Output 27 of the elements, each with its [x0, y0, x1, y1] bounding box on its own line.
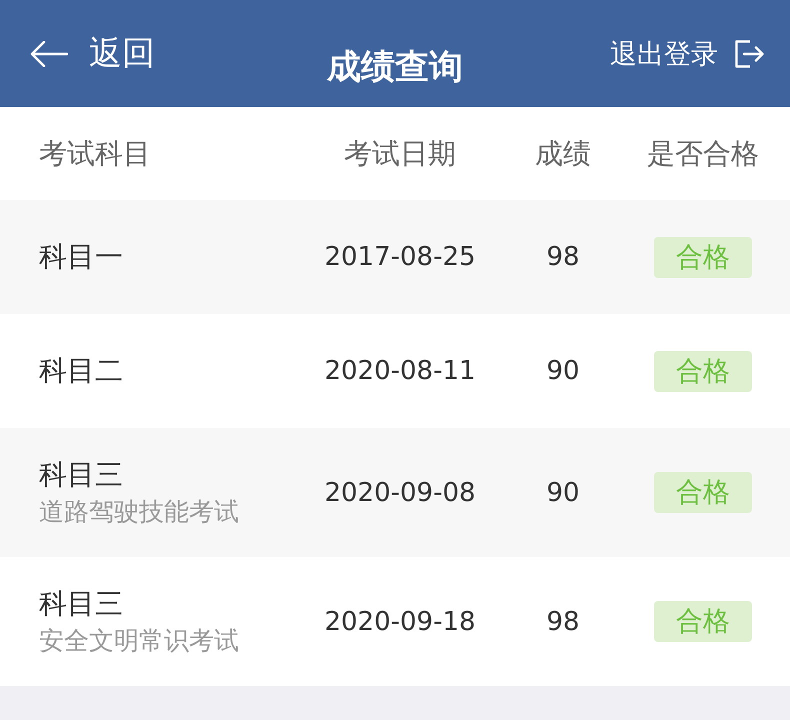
page-title: 成绩查询: [327, 46, 463, 88]
subject-name: 科目三: [39, 586, 124, 622]
exam-date: 2020-08-11: [324, 356, 476, 386]
exam-score: 90: [546, 356, 580, 386]
subject-name: 科目二: [39, 353, 123, 389]
back-button[interactable]: 返回: [30, 27, 155, 80]
result-badge: 合格: [654, 472, 752, 513]
result-badge: 合格: [654, 236, 752, 278]
exam-score: 98: [546, 606, 580, 636]
logout-icon: [734, 40, 764, 68]
exam-score: 90: [546, 478, 580, 508]
result-badge: 合格: [654, 601, 752, 642]
column-header: 考试科目: [39, 136, 151, 172]
logout-button[interactable]: 退出登录: [610, 32, 764, 76]
exam-score: 98: [546, 242, 580, 272]
exam-date: 2020-09-18: [324, 606, 476, 636]
column-header: 考试日期: [344, 136, 456, 172]
column-header: 是否合格: [647, 136, 759, 172]
subject-name: 科目一: [39, 239, 123, 275]
result-badge: 合格: [654, 350, 752, 392]
subject-detail: 道路驾驶技能考试: [39, 496, 239, 528]
exam-date: 2017-08-25: [324, 242, 476, 272]
column-header: 成绩: [535, 136, 591, 172]
subject-name: 科目三: [39, 457, 124, 493]
back-arrow-icon: [30, 40, 68, 66]
subject-detail: 安全文明常识考试: [39, 625, 239, 657]
exam-date: 2020-09-08: [324, 478, 476, 508]
